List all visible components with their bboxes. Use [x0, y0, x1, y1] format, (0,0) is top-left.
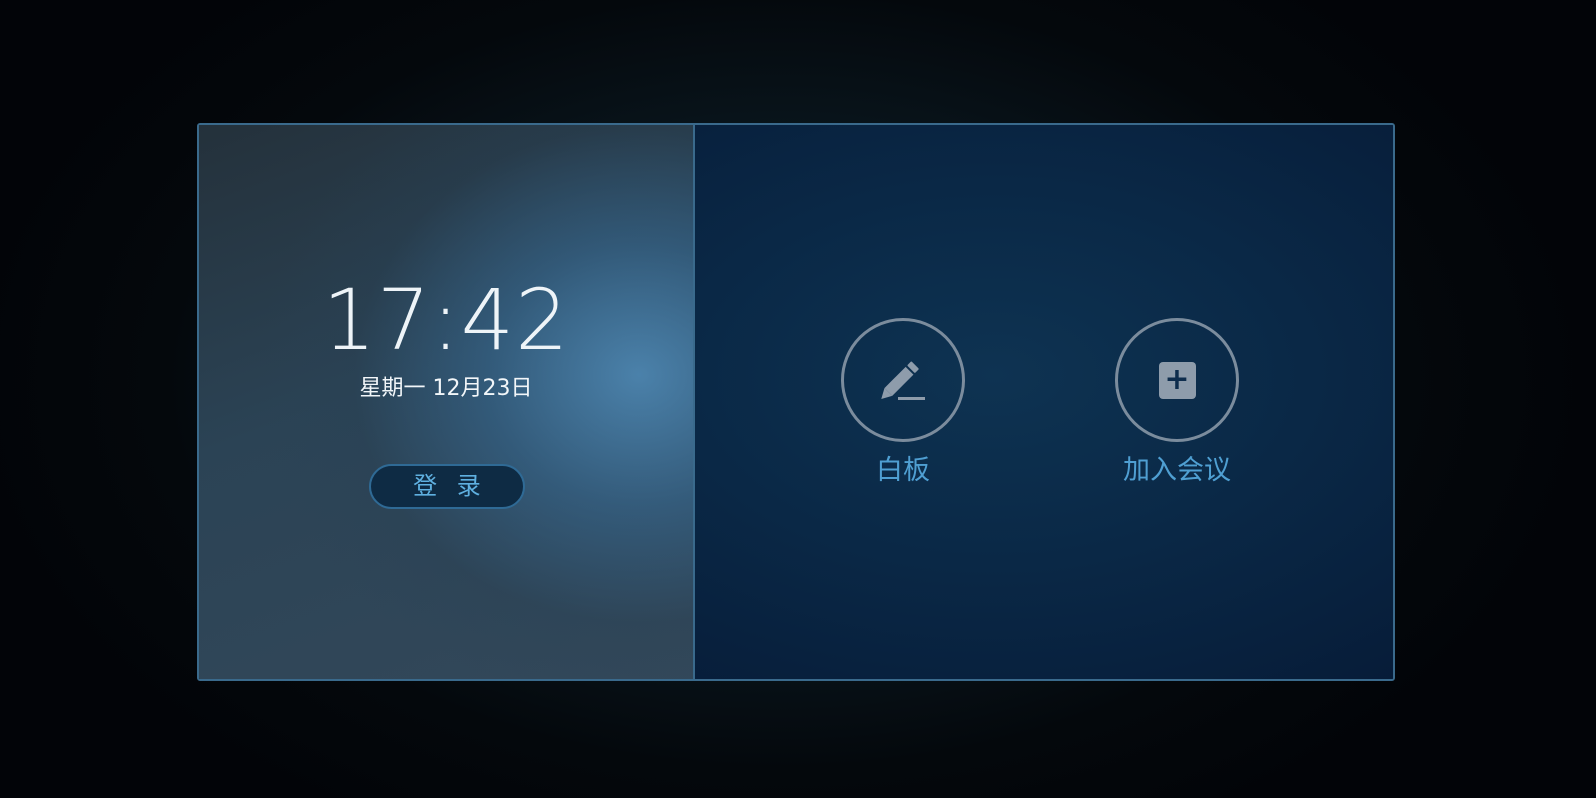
actions-pane: 白板 + 加入会议 [695, 125, 1393, 679]
join-meeting-button[interactable]: + 加入会议 [1077, 318, 1277, 488]
clock-date: 星期一 12月23日 [359, 376, 533, 401]
whiteboard-button[interactable]: 白板 [803, 318, 1003, 488]
join-meeting-label: 加入会议 [1123, 455, 1231, 486]
join-meeting-circle[interactable]: + [1115, 318, 1239, 442]
main-panel: 17:42 星期一 12月23日 登 录 白板 + 加入会议 [197, 123, 1395, 681]
plus-box-icon: + [1158, 361, 1196, 399]
clock-time: 17:42 [322, 271, 570, 369]
login-button[interactable]: 登 录 [369, 464, 525, 509]
whiteboard-circle[interactable] [841, 318, 965, 442]
pencil-icon [881, 361, 925, 400]
clock-pane: 17:42 星期一 12月23日 登 录 [199, 125, 695, 679]
whiteboard-label: 白板 [876, 455, 930, 486]
home-screen: 17:42 星期一 12月23日 登 录 白板 + 加入会议 [0, 0, 1596, 798]
